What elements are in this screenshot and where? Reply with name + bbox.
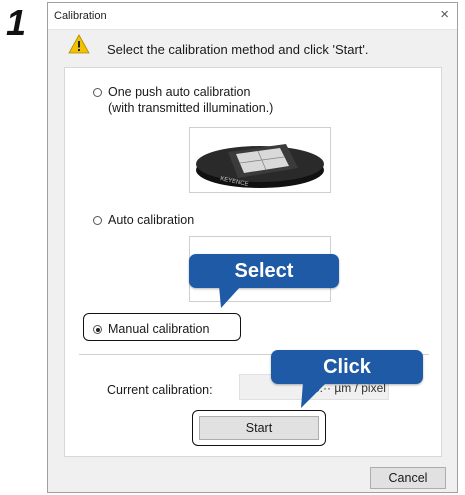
current-calibration-label: Current calibration: [107, 383, 213, 397]
instruction-text: Select the calibration method and click … [107, 42, 369, 57]
option-one-push-sublabel: (with transmitted illumination.) [108, 101, 274, 115]
click-callout-pointer [301, 382, 327, 408]
option-auto[interactable]: Auto calibration [93, 213, 194, 227]
option-auto-label: Auto calibration [108, 213, 195, 227]
title-bar: Calibration × [48, 3, 457, 30]
instruction-row: Select the calibration method and click … [48, 31, 457, 69]
warning-icon [68, 34, 90, 54]
select-callout: Select [189, 254, 339, 288]
options-panel: One push auto calibration (with transmit… [64, 67, 442, 457]
start-highlight-box [192, 410, 326, 446]
step-number: 1 [6, 2, 27, 43]
manual-highlight-box [83, 313, 241, 341]
option-one-push[interactable]: One push auto calibration (with transmit… [93, 85, 273, 115]
cancel-button[interactable]: Cancel [370, 467, 446, 489]
window-title: Calibration [54, 10, 107, 22]
radio-auto[interactable] [93, 216, 102, 225]
select-callout-pointer [219, 286, 241, 308]
calibration-plate-illustration: KEYENCE [196, 144, 324, 188]
option-one-push-label: One push auto calibration [108, 85, 251, 99]
radio-one-push[interactable] [93, 88, 102, 97]
close-icon[interactable]: × [440, 6, 449, 23]
calibration-plate-image: KEYENCE [189, 127, 331, 193]
click-callout: Click [271, 350, 423, 384]
calibration-dialog: Calibration × Select the calibration met… [47, 2, 458, 493]
